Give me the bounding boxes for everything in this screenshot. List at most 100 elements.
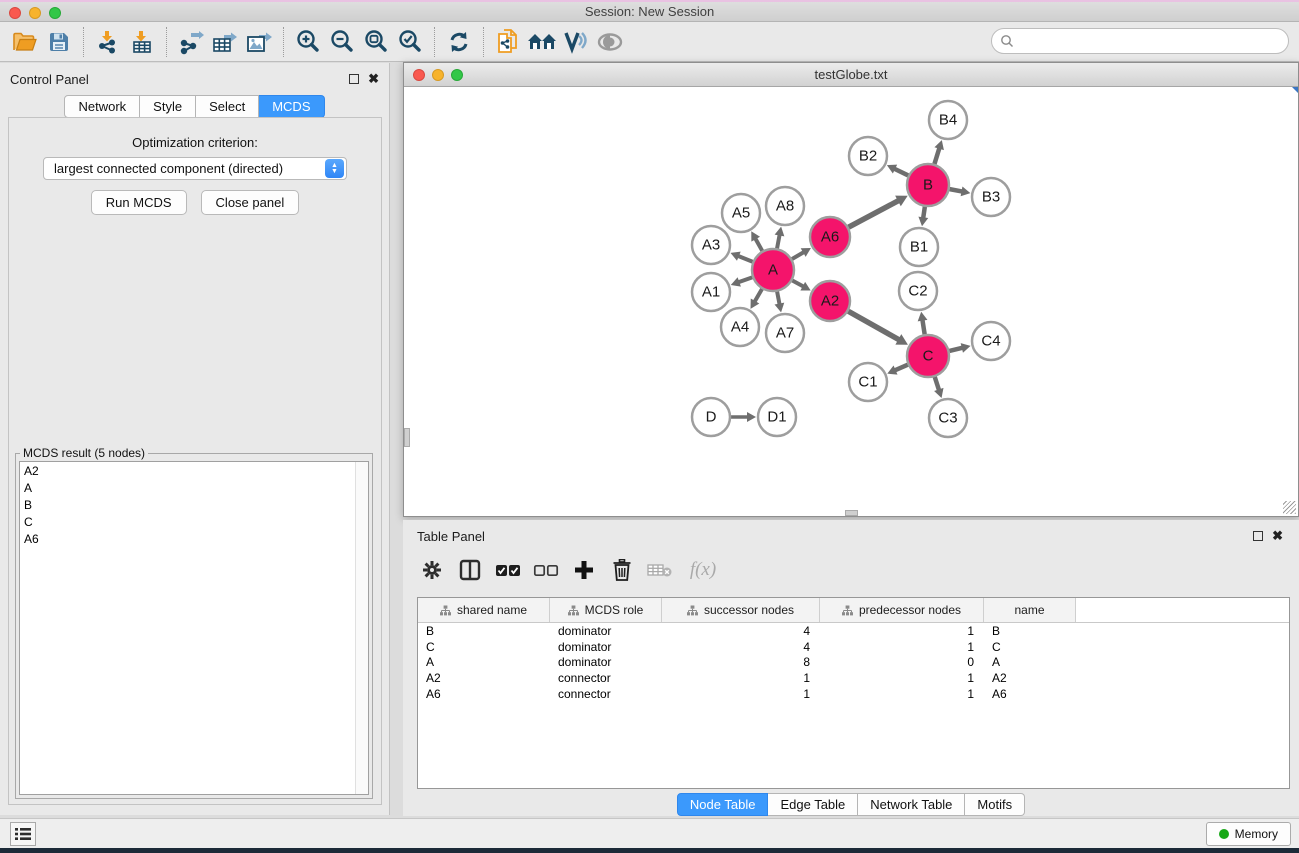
graph-node-A8[interactable]: A8 xyxy=(766,187,804,225)
search-input[interactable] xyxy=(1014,34,1288,49)
graph-edge-A-A8[interactable] xyxy=(775,227,785,249)
table-row[interactable]: A2connector11A2 xyxy=(418,670,1289,686)
graph-node-C4[interactable]: C4 xyxy=(972,322,1010,360)
table-cell[interactable]: 1 xyxy=(662,687,820,701)
result-scrollbar[interactable] xyxy=(355,462,368,794)
function-builder-icon[interactable]: f(x) xyxy=(681,553,725,587)
table-cell[interactable]: C xyxy=(984,640,1076,654)
table-cell[interactable]: A6 xyxy=(984,687,1076,701)
deselect-all-icon[interactable] xyxy=(529,553,563,587)
graph-node-B2[interactable]: B2 xyxy=(849,137,887,175)
first-neighbors-button[interactable] xyxy=(525,26,559,58)
table-cell[interactable]: A xyxy=(418,655,550,669)
table-cell[interactable]: 1 xyxy=(820,687,984,701)
graph-node-A2[interactable]: A2 xyxy=(810,281,850,321)
column-header-name[interactable]: name xyxy=(984,598,1076,622)
graph-node-C2[interactable]: C2 xyxy=(899,272,937,310)
network-minimize-button[interactable] xyxy=(432,69,444,81)
resize-grip[interactable] xyxy=(1283,501,1296,514)
tab-network[interactable]: Network xyxy=(64,95,140,118)
graph-node-A7[interactable]: A7 xyxy=(766,314,804,352)
graph-edge-A-A1[interactable] xyxy=(731,277,752,286)
refresh-button[interactable] xyxy=(442,26,476,58)
minimize-window-button[interactable] xyxy=(29,7,41,19)
close-window-button[interactable] xyxy=(9,7,21,19)
network-close-button[interactable] xyxy=(413,69,425,81)
export-table-button[interactable] xyxy=(208,26,242,58)
zoom-out-button[interactable] xyxy=(325,26,359,58)
graph-edge-A-A5[interactable] xyxy=(751,231,762,251)
table-cell[interactable]: 1 xyxy=(662,671,820,685)
graph-edge-C-C1[interactable] xyxy=(887,365,908,375)
graph-edge-B-B2[interactable] xyxy=(887,165,908,176)
graph-node-C[interactable]: C xyxy=(907,335,949,377)
table-cell[interactable]: A2 xyxy=(984,671,1076,685)
table-cell[interactable]: dominator xyxy=(550,655,662,669)
graph-node-A[interactable]: A xyxy=(752,249,794,291)
network-zoom-button[interactable] xyxy=(451,69,463,81)
table-cell[interactable]: A2 xyxy=(418,671,550,685)
graph-edge-A-A6[interactable] xyxy=(792,248,811,259)
settings-gear-icon[interactable] xyxy=(415,553,449,587)
table-cell[interactable]: A xyxy=(984,655,1076,669)
tab-motifs[interactable]: Motifs xyxy=(965,793,1025,816)
table-cell[interactable]: C xyxy=(418,640,550,654)
search-field[interactable] xyxy=(991,28,1289,54)
export-image-button[interactable] xyxy=(242,26,276,58)
visual-styles-button[interactable] xyxy=(559,26,593,58)
graph-edge-C-C2[interactable] xyxy=(918,312,928,335)
column-header-shared-name[interactable]: shared name xyxy=(418,598,550,622)
network-window-titlebar[interactable]: testGlobe.txt xyxy=(404,63,1298,87)
table-cell[interactable]: dominator xyxy=(550,624,662,638)
graph-edge-A6-B[interactable] xyxy=(849,196,908,228)
graph-edge-A-A7[interactable] xyxy=(775,292,785,313)
task-history-button[interactable] xyxy=(10,822,36,846)
graph-node-A4[interactable]: A4 xyxy=(721,308,759,346)
open-session-button[interactable] xyxy=(8,26,42,58)
column-header-MCDS-role[interactable]: MCDS role xyxy=(550,598,662,622)
duplicate-network-button[interactable] xyxy=(491,26,525,58)
optimization-select[interactable]: largest connected component (directed) ▲… xyxy=(43,157,347,180)
graph-edge-C-C4[interactable] xyxy=(949,343,970,353)
add-column-icon[interactable] xyxy=(567,553,601,587)
tab-style[interactable]: Style xyxy=(140,95,196,118)
tab-mcds[interactable]: MCDS xyxy=(259,95,324,118)
hide-column-icon[interactable] xyxy=(643,553,677,587)
table-cell[interactable]: A6 xyxy=(418,687,550,701)
graph-edge-A-A4[interactable] xyxy=(751,289,762,309)
table-row[interactable]: A6connector11A6 xyxy=(418,686,1289,702)
v-scroll-thumb[interactable] xyxy=(404,428,410,447)
tab-node-table[interactable]: Node Table xyxy=(677,793,769,816)
table-cell[interactable]: 1 xyxy=(820,671,984,685)
table-cell[interactable]: 0 xyxy=(820,655,984,669)
node-table[interactable]: shared nameMCDS rolesuccessor nodesprede… xyxy=(417,597,1290,789)
mcds-result-list[interactable]: A2ABCA6 xyxy=(19,461,369,795)
close-panel-button[interactable]: Close panel xyxy=(201,190,300,215)
graph-edge-D-D1[interactable] xyxy=(731,412,756,422)
eye-button[interactable] xyxy=(593,26,627,58)
save-session-button[interactable] xyxy=(42,26,76,58)
table-cell[interactable]: 8 xyxy=(662,655,820,669)
run-mcds-button[interactable]: Run MCDS xyxy=(91,190,187,215)
graph-node-B1[interactable]: B1 xyxy=(900,228,938,266)
graph-edge-B-B1[interactable] xyxy=(918,207,928,226)
graph-node-A3[interactable]: A3 xyxy=(692,226,730,264)
graph-node-A1[interactable]: A1 xyxy=(692,273,730,311)
table-float-panel-icon[interactable] xyxy=(1253,531,1263,541)
table-cell[interactable]: 1 xyxy=(820,624,984,638)
tab-network-table[interactable]: Network Table xyxy=(858,793,965,816)
table-cell[interactable]: B xyxy=(418,624,550,638)
graph-node-D1[interactable]: D1 xyxy=(758,398,796,436)
result-item[interactable]: A2 xyxy=(20,462,368,479)
delete-column-icon[interactable] xyxy=(605,553,639,587)
graph-edge-B-B3[interactable] xyxy=(950,187,971,197)
table-cell[interactable]: dominator xyxy=(550,640,662,654)
graph-edge-B-B4[interactable] xyxy=(934,140,943,164)
import-network-button[interactable] xyxy=(91,26,125,58)
table-cell[interactable]: B xyxy=(984,624,1076,638)
column-header-successor-nodes[interactable]: successor nodes xyxy=(662,598,820,622)
graph-node-D[interactable]: D xyxy=(692,398,730,436)
graph-edge-A-A3[interactable] xyxy=(730,252,752,262)
split-panel-icon[interactable] xyxy=(453,553,487,587)
float-panel-icon[interactable] xyxy=(349,74,359,84)
